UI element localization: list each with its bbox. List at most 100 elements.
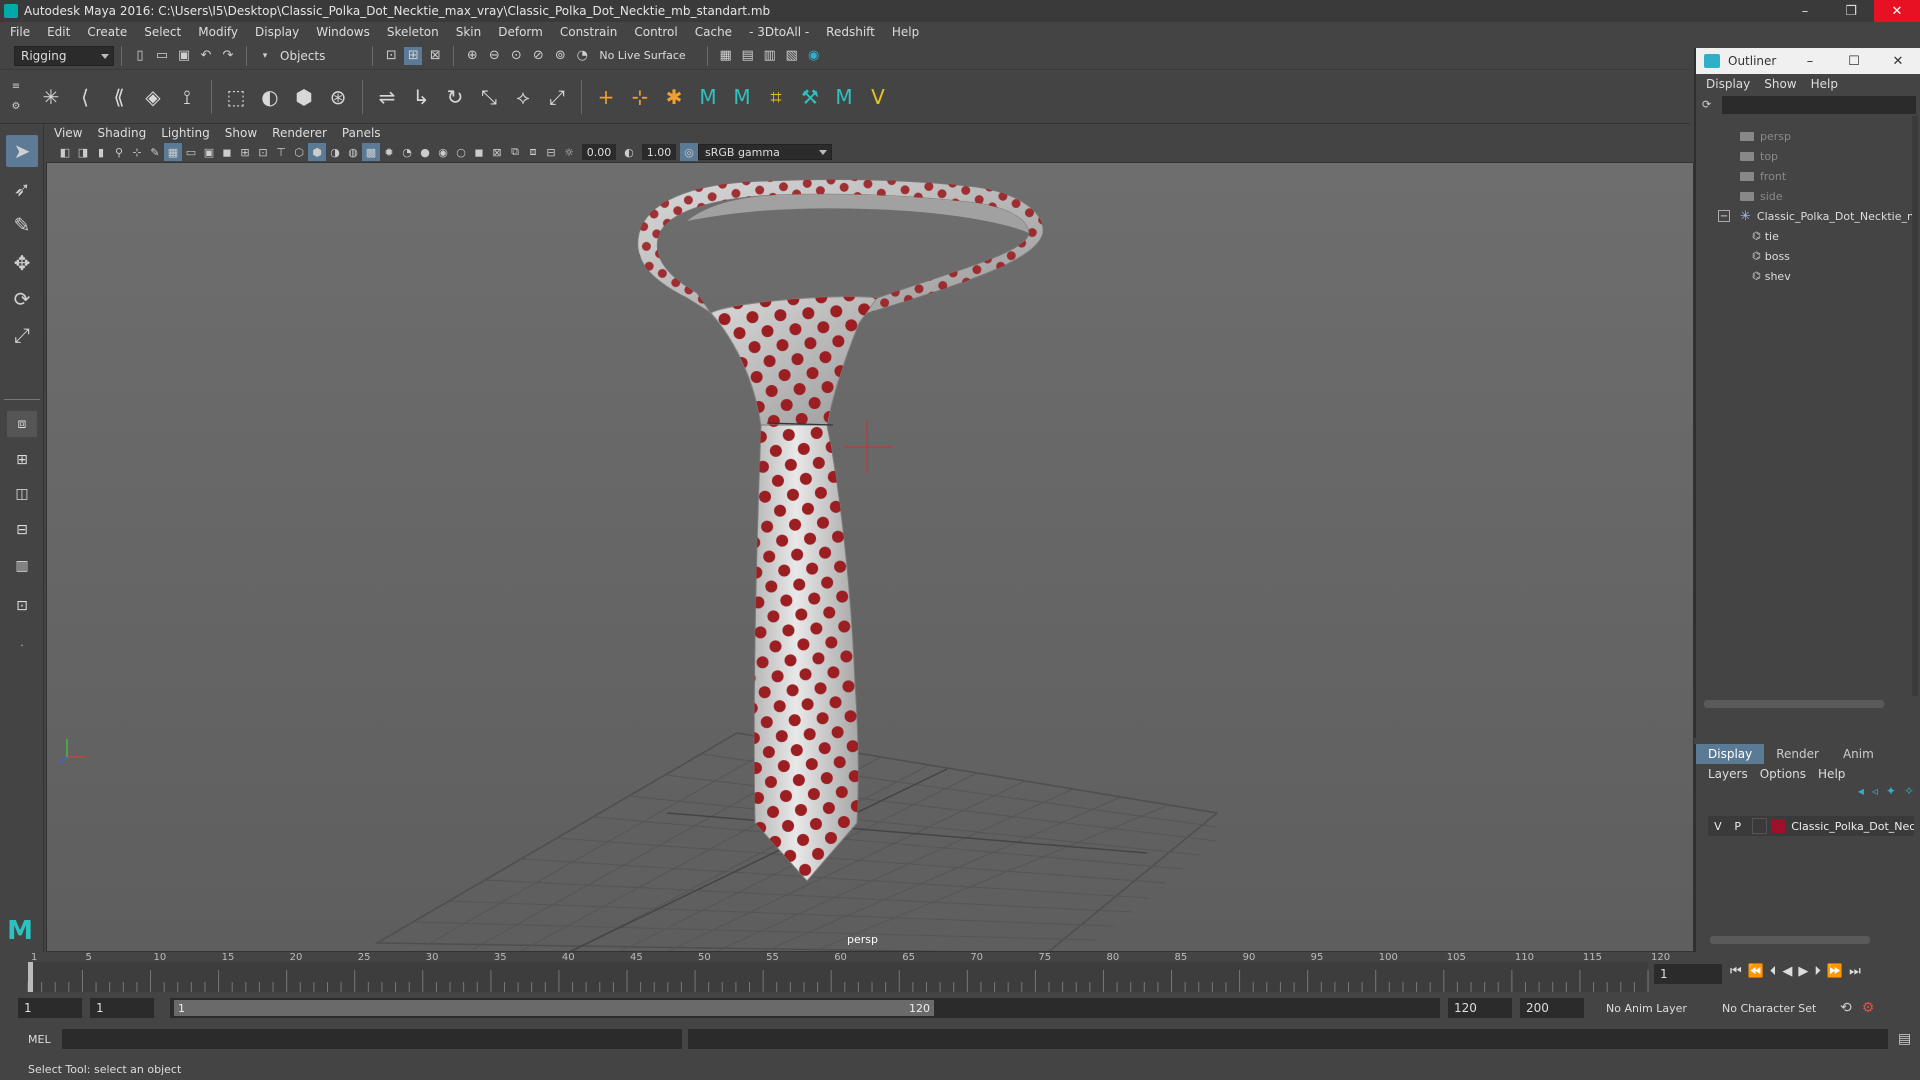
range-slider-handle[interactable]: 1 120 (174, 1000, 934, 1016)
tab-render-layers[interactable]: Render (1764, 744, 1831, 764)
menu-create[interactable]: Create (87, 25, 127, 39)
snap-to-view-plane-icon[interactable]: ⊘ (529, 47, 547, 65)
color-management-icon[interactable]: ◎ (680, 143, 698, 161)
shadows-icon[interactable]: ◔ (398, 143, 416, 161)
playback-end-field[interactable]: 120 (1448, 998, 1512, 1018)
current-frame-field[interactable]: 1 (1654, 964, 1722, 984)
gamma-icon[interactable]: ◐ (620, 143, 638, 161)
panel-menu-shading[interactable]: Shading (97, 126, 146, 140)
render-settings-icon[interactable]: ▧ (783, 47, 801, 65)
step-back-frame-icon[interactable]: ⏴ (1770, 964, 1777, 979)
create-joint-icon[interactable]: ✳ (36, 82, 66, 112)
outliner-item-front[interactable]: front (1740, 166, 1786, 186)
mash-icon[interactable]: M (829, 82, 859, 112)
menu-display[interactable]: Display (255, 25, 299, 39)
layer-display-type-toggle[interactable] (1751, 818, 1768, 834)
anti-aliasing-icon[interactable]: ○ (452, 143, 470, 161)
safe-title-icon[interactable]: ⊤ (272, 143, 290, 161)
tab-display-layers[interactable]: Display (1696, 744, 1765, 764)
menu-constrain[interactable]: Constrain (560, 25, 618, 39)
shelf-menu-icon[interactable]: ≡ (12, 81, 20, 92)
scale-tool-icon[interactable]: ⤢ (6, 319, 38, 351)
xray-joints-icon[interactable]: ⧈ (524, 143, 542, 161)
make-live-icon[interactable]: ◔ (573, 47, 591, 65)
wireframe-icon[interactable]: ⬡ (290, 143, 308, 161)
outliner-menu-display[interactable]: Display (1706, 77, 1750, 91)
select-tool-icon[interactable]: ➤ (6, 135, 38, 167)
joint-orient-icon[interactable]: ⊹ (625, 82, 655, 112)
hypershade-layout-icon[interactable]: ⊡ (7, 593, 37, 619)
grease-pencil-icon[interactable]: ✎ (146, 143, 164, 161)
single-view-layout-icon[interactable]: ⧈ (7, 411, 37, 437)
select-by-component-icon[interactable]: ⊠ (426, 47, 444, 65)
outliner-horizontal-scrollbar[interactable] (1704, 700, 1884, 708)
panel-menu-show[interactable]: Show (225, 126, 257, 140)
film-gate-icon[interactable]: ▭ (182, 143, 200, 161)
step-back-key-icon[interactable]: ⏪ (1748, 964, 1764, 979)
play-backward-icon[interactable]: ◀ (1782, 964, 1792, 979)
command-input[interactable] (62, 1029, 682, 1049)
bind-skin-icon[interactable]: ⬚ (221, 82, 251, 112)
play-forward-icon[interactable]: ▶ (1798, 964, 1808, 979)
xray-icon[interactable]: ⧉ (506, 143, 524, 161)
redo-icon[interactable]: ↷ (219, 47, 237, 65)
shelf-options[interactable]: ≡ ⚙ (8, 77, 24, 117)
mirror-joint-icon[interactable]: ⟟ (172, 82, 202, 112)
grid-toggle-icon[interactable]: ▦ (164, 143, 182, 161)
move-tool-icon[interactable]: ✥ (6, 247, 38, 279)
outliner-vertical-scrollbar[interactable] (1912, 116, 1918, 696)
xray-components-icon[interactable]: ⊟ (542, 143, 560, 161)
menu-redshift[interactable]: Redshift (826, 25, 875, 39)
scale-constraint-icon[interactable]: ⤡ (474, 82, 504, 112)
shelf-tool-v-icon[interactable]: V (863, 82, 893, 112)
lattice-icon[interactable]: ⬢ (289, 82, 319, 112)
auto-key-icon[interactable]: ⟲ (1840, 1000, 1852, 1016)
minimize-button[interactable]: – (1782, 0, 1828, 22)
time-slider[interactable]: 1 5 10 15 20 25 30 35 40 45 50 55 60 65 70 75 80 85 90 95 10… (0, 952, 1920, 996)
default-material-icon[interactable]: ◍ (344, 143, 362, 161)
selection-mode-arrow-icon[interactable]: ▾ (256, 47, 274, 65)
insert-joint-icon[interactable]: ◈ (138, 82, 168, 112)
depth-of-field-icon[interactable]: ◼ (470, 143, 488, 161)
locator-icon[interactable]: + (591, 82, 621, 112)
layers-menu-options[interactable]: Options (1760, 767, 1806, 781)
layout-more-icon[interactable]: · (7, 633, 37, 659)
outliner-minimize-button[interactable]: – (1788, 48, 1832, 74)
snap-to-curve-icon[interactable]: ⊖ (485, 47, 503, 65)
menu-deform[interactable]: Deform (498, 25, 543, 39)
panel-menu-lighting[interactable]: Lighting (161, 126, 210, 140)
screen-space-ao-icon[interactable]: ● (416, 143, 434, 161)
quick-rig-icon[interactable]: ⌗ (761, 82, 791, 112)
move-layer-up-icon[interactable]: ◂ (1858, 784, 1864, 804)
layers-menu-layers[interactable]: Layers (1708, 767, 1748, 781)
four-view-layout-icon[interactable]: ⊞ (7, 447, 37, 473)
new-scene-icon[interactable]: ▯ (131, 47, 149, 65)
menu-edit[interactable]: Edit (47, 25, 70, 39)
shelf-settings-icon[interactable]: ⚙ (12, 101, 21, 112)
tab-anim-layers[interactable]: Anim (1831, 744, 1886, 764)
anim-layer-dropdown[interactable]: No Anim Layer (1600, 998, 1710, 1018)
outliner-item-side[interactable]: side (1740, 186, 1783, 206)
snap-to-point-icon[interactable]: ⊙ (507, 47, 525, 65)
menu-file[interactable]: File (10, 25, 30, 39)
outliner-menu-show[interactable]: Show (1764, 77, 1796, 91)
wireframe-on-shaded-icon[interactable]: ◑ (326, 143, 344, 161)
layers-horizontal-scrollbar[interactable] (1710, 936, 1870, 944)
layer-row[interactable]: V P Classic_Polka_Dot_Nec (1708, 816, 1914, 836)
open-scene-icon[interactable]: ▭ (153, 47, 171, 65)
layers-menu-help[interactable]: Help (1818, 767, 1845, 781)
layer-color-swatch[interactable] (1771, 819, 1786, 833)
panel-menu-renderer[interactable]: Renderer (272, 126, 327, 140)
mode-dropdown[interactable]: Rigging (14, 45, 114, 66)
hik-skeleton-icon[interactable]: M (727, 82, 757, 112)
live-surface-label[interactable]: No Live Surface (599, 49, 685, 62)
menu-skeleton[interactable]: Skeleton (387, 25, 439, 39)
rotate-tool-icon[interactable]: ⟳ (6, 283, 38, 315)
viewport-persp[interactable]: persp (46, 162, 1694, 952)
layer-playback-toggle[interactable]: P (1728, 820, 1748, 833)
render-view-icon[interactable]: ▦ (717, 47, 735, 65)
animation-end-field[interactable]: 200 (1520, 998, 1584, 1018)
select-camera-icon[interactable]: ◧ (56, 143, 74, 161)
textured-icon[interactable]: ▩ (362, 143, 380, 161)
ipr-render-icon[interactable]: ▥ (761, 47, 779, 65)
